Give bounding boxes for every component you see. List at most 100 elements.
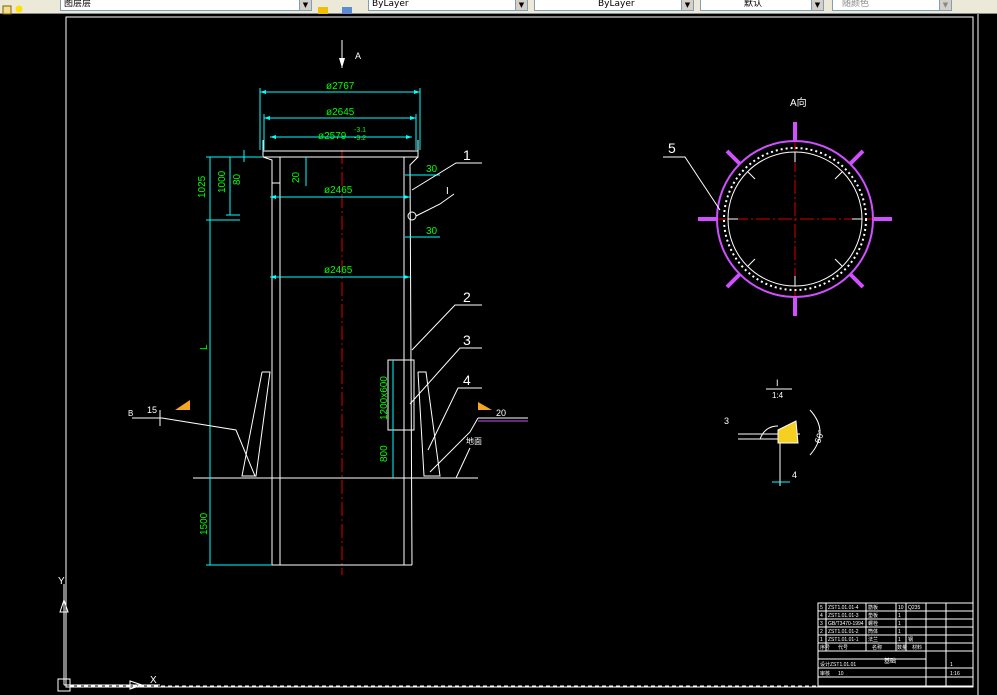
dimension-lines <box>206 88 440 566</box>
ucs-y-label: Y <box>58 576 65 587</box>
tb-row-0-col-0: 5 <box>820 605 823 611</box>
lineweight-dropdown[interactable]: 默认 ▼ <box>700 0 824 11</box>
tb-row-3-col-3: 1 <box>898 629 901 635</box>
weld-flag-left: B 15 <box>128 400 190 426</box>
drawing-canvas[interactable]: A ø2767 ø2645 ø2579 -3.1 -3.2 ø2465 ø246… <box>0 14 997 695</box>
lineweight-value: 默认 <box>744 0 763 9</box>
lightbulb-icon[interactable] <box>14 0 24 13</box>
linetype-value: ByLayer <box>598 0 635 9</box>
tb-row-4-col-4: 钢 <box>908 636 913 643</box>
dim-d2465-mid: ø2465 <box>324 265 353 276</box>
tb-scale: 1:16 <box>950 671 960 677</box>
callout-5: 5 <box>668 140 676 156</box>
title-block: 5 ZST1.01.01-4 筋板 10 Q235 4 ZST1.01.01-3 垫板 1 3 GB… <box>817 602 974 687</box>
view-arrow-label: A <box>355 51 361 61</box>
tb-row-4-col-3: 1 <box>898 637 901 643</box>
weld-flag-right: 20 地面 <box>466 402 528 446</box>
chevron-down-icon[interactable]: ▼ <box>811 0 823 10</box>
tb-sheet: 1 <box>950 662 953 668</box>
tb-row-1-col-0: 4 <box>820 613 823 619</box>
detail-angle: 60° <box>812 428 826 445</box>
tb-hdr-4: 材料 <box>912 644 922 651</box>
layer-name: 图层层 <box>64 0 92 9</box>
plan-view-title: A向 <box>790 96 807 109</box>
detail-scale: 1:4 <box>772 391 784 400</box>
chevron-down-icon[interactable]: ▼ <box>299 0 311 10</box>
chevron-down-icon[interactable]: ▼ <box>515 0 527 10</box>
layer-state-icon[interactable] <box>2 0 12 15</box>
tb-checker: 审核 <box>820 670 830 677</box>
shell-outer-left <box>262 156 273 565</box>
tb-drawing-no: ZST1.01.01 <box>830 662 856 668</box>
gusset-left <box>241 371 271 477</box>
dim-1500: 1500 <box>199 512 210 535</box>
dim-30-top: 30 <box>426 164 438 175</box>
tb-row-1-col-3: 1 <box>898 613 901 619</box>
view-arrow-icon <box>339 58 345 68</box>
tb-row-0-col-3: 10 <box>898 605 904 611</box>
layer-previous-icon[interactable] <box>342 0 352 14</box>
detail-marker-circle <box>407 211 417 221</box>
tb-row-0-col-4: Q235 <box>908 605 920 611</box>
tb-row-4-col-2: 法兰 <box>868 636 878 643</box>
detail-curve <box>759 425 779 440</box>
plan-callout-leader <box>663 156 721 211</box>
dim-L: L <box>199 344 210 350</box>
tb-row-0-col-2: 筋板 <box>868 604 878 611</box>
dim-80: 80 <box>232 173 243 185</box>
properties-toolbar: 图层层 ▼ ByLayer ▼ ByLayer ▼ 默认 ▼ 随颜色 ▼ <box>0 0 997 15</box>
chevron-down-icon[interactable]: ▼ <box>681 0 693 10</box>
make-current-icon[interactable] <box>318 0 328 14</box>
elevation-view: A ø2767 ø2645 ø2579 -3.1 -3.2 ø2465 ø246… <box>128 40 528 575</box>
detail-title: I <box>776 378 779 388</box>
manhole-opening <box>387 359 415 431</box>
drawing-frame <box>65 16 974 688</box>
tb-row-2-col-0: 3 <box>820 621 823 627</box>
tb-hdr-0: 序号 <box>820 644 830 651</box>
color-value: ByLayer <box>372 0 409 9</box>
dim-d2645: ø2645 <box>326 107 355 118</box>
tb-row-1-col-1: ZST1.01.01-3 <box>828 613 859 619</box>
tb-company: 10 <box>838 671 844 677</box>
tb-row-2-col-2: 螺栓 <box>868 620 878 627</box>
dim-d2767: ø2767 <box>326 81 355 92</box>
dim-1200x600: 1200x600 <box>379 376 390 420</box>
callout-2: 2 <box>463 289 471 305</box>
flange-top <box>262 150 419 158</box>
tb-drawing-name: 基础 <box>884 657 896 665</box>
detail-dim-4: 4 <box>792 470 797 480</box>
detail-view: I 1:4 3 4 60° <box>724 378 827 486</box>
callout-I: I <box>446 186 449 197</box>
dim-d2579: ø2579 <box>318 131 347 142</box>
tb-row-2-col-3: 1 <box>898 621 901 627</box>
plotstyle-value: 随颜色 <box>842 0 870 9</box>
weld-flag-right-num: 20 <box>496 408 506 418</box>
color-dropdown[interactable]: ByLayer ▼ <box>368 0 528 11</box>
dim-30-bot: 30 <box>426 226 438 237</box>
linetype-dropdown[interactable]: ByLayer ▼ <box>534 0 694 11</box>
weld-flag-left-letter: B <box>128 409 133 418</box>
dim-tol-lower: -3.2 <box>354 135 366 142</box>
tb-hdr-3: 数量 <box>897 644 907 651</box>
ucs-icon: Y X <box>57 576 160 692</box>
tb-row-0-col-1: ZST1.01.01-4 <box>828 605 859 611</box>
detail-dim-3: 3 <box>724 416 729 426</box>
plotstyle-dropdown[interactable]: 随颜色 ▼ <box>832 0 952 11</box>
tb-row-3-col-2: 筒体 <box>868 628 878 635</box>
tb-row-2-col-1: GB/T3470-1994 <box>828 621 864 627</box>
dim-1025: 1025 <box>197 175 208 198</box>
dim-20: 20 <box>291 171 302 183</box>
tb-row-3-col-0: 2 <box>820 629 823 635</box>
chevron-down-icon[interactable]: ▼ <box>939 0 951 10</box>
ground-note: 地面 <box>466 436 482 446</box>
ucs-x-label: X <box>150 675 157 686</box>
dim-1000: 1000 <box>217 170 228 193</box>
detail-weld <box>777 420 799 444</box>
gusset-right <box>417 371 441 477</box>
tb-row-3-col-1: ZST1.01.01-2 <box>828 629 859 635</box>
callout-1: 1 <box>463 147 471 163</box>
layer-dropdown[interactable]: 图层层 ▼ <box>60 0 312 11</box>
dim-800: 800 <box>379 445 390 462</box>
callout-4: 4 <box>463 372 471 388</box>
dim-d2465-top: ø2465 <box>324 185 353 196</box>
